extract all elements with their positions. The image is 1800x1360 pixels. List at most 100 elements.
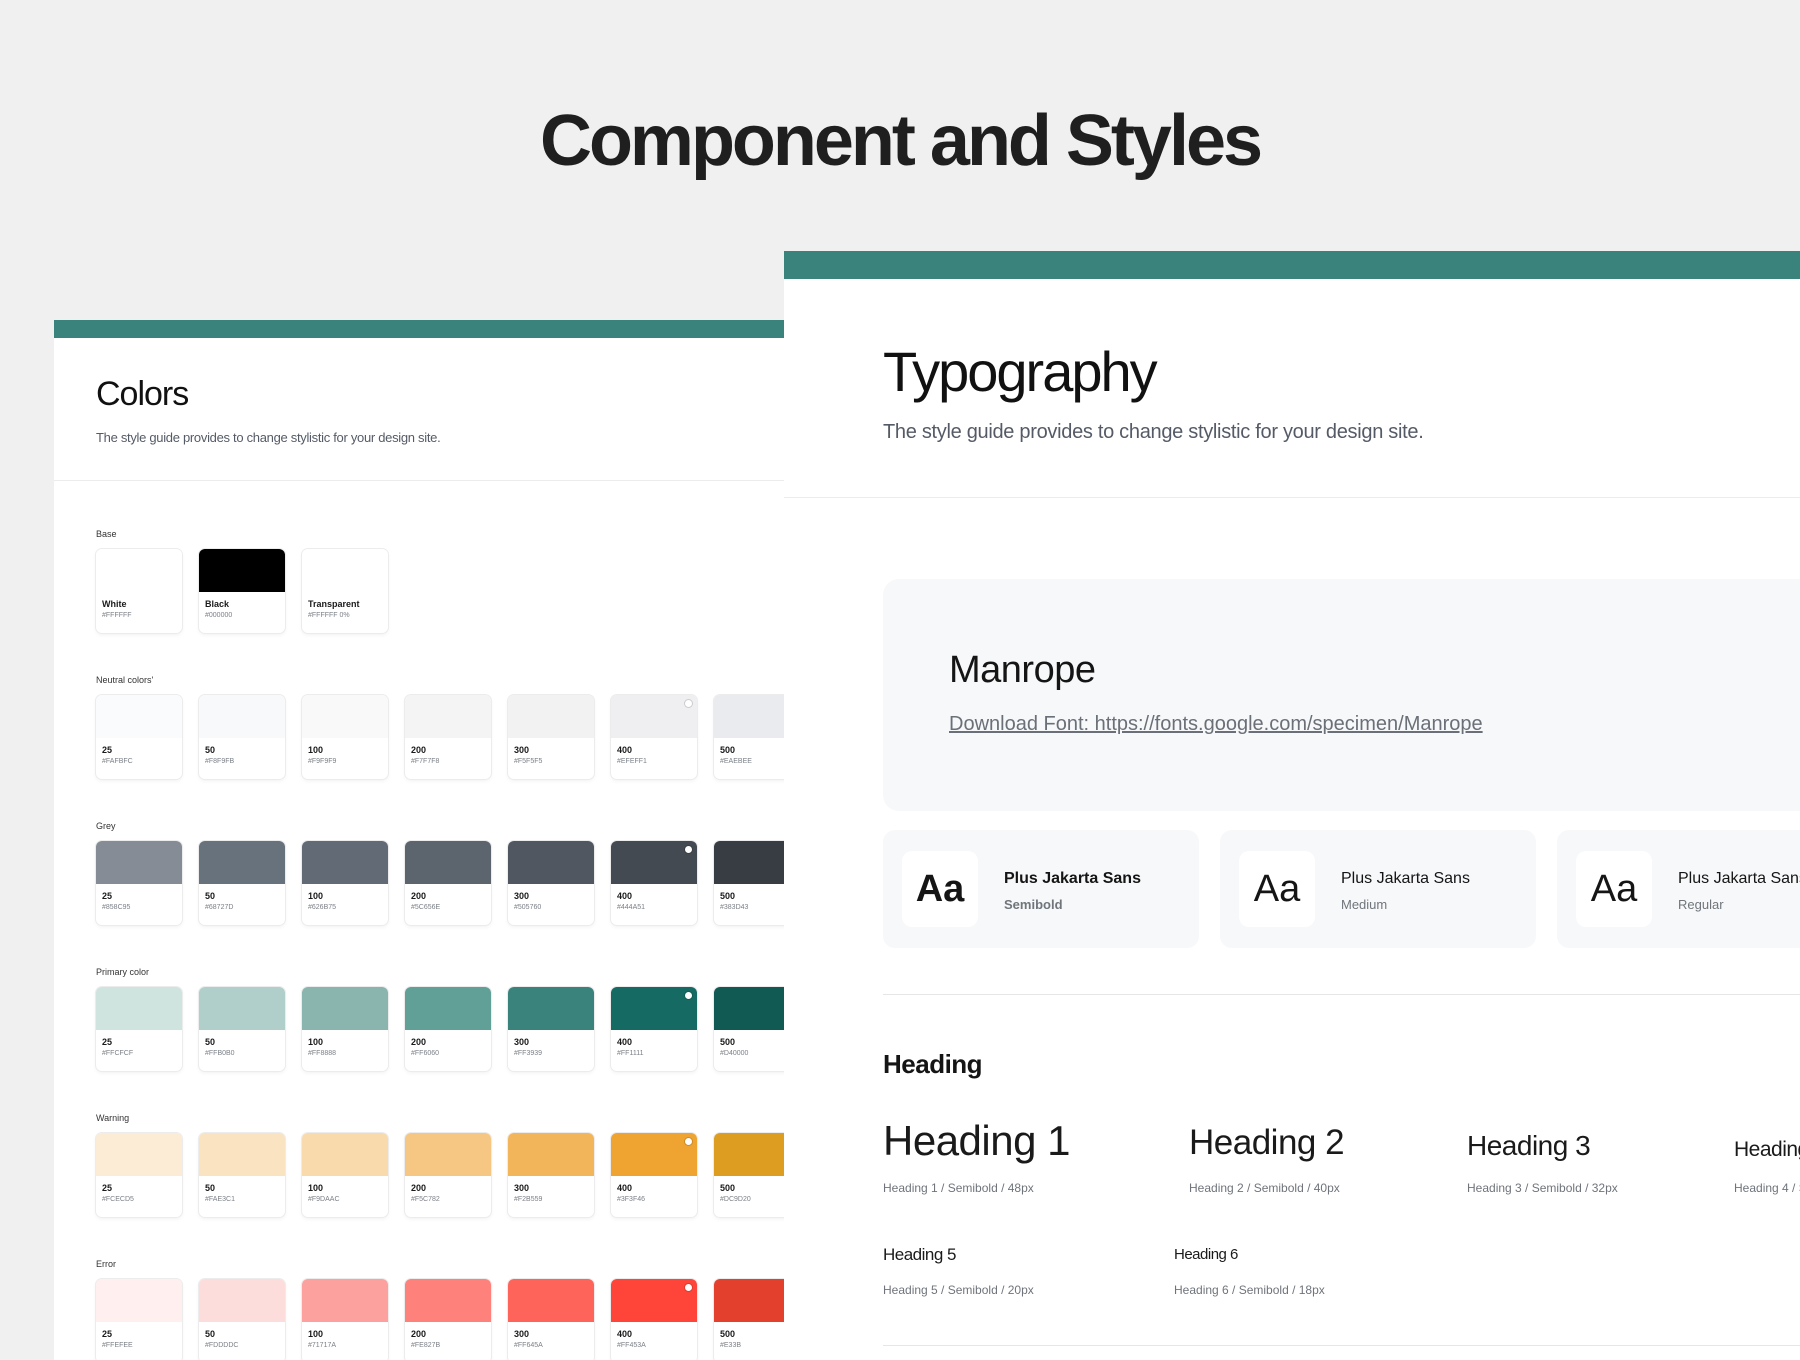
color-chip xyxy=(199,549,285,592)
swatch-hex: #FFB0B0 xyxy=(205,1050,235,1057)
color-swatch[interactable]: 500 #D40000 xyxy=(714,987,788,1071)
swatch-name: 400 xyxy=(617,1037,633,1047)
color-swatch[interactable]: Black #000000 xyxy=(199,549,285,633)
color-swatch[interactable]: 300 #F5F5F5 xyxy=(508,695,594,779)
color-swatch[interactable]: 500 #DC9D20 xyxy=(714,1133,788,1217)
color-swatch[interactable]: 50 #FAE3C1 xyxy=(199,1133,285,1217)
swatch-hex: #EAEBEE xyxy=(720,758,752,765)
color-swatch[interactable]: White #FFFFFF xyxy=(96,549,182,633)
color-swatch[interactable]: 50 #68727D xyxy=(199,841,285,925)
typography-subtitle: The style guide provides to change styli… xyxy=(883,421,1424,443)
color-group-label: Primary color xyxy=(96,967,150,977)
heading-5-meta: Heading 5 / Semibold / 20px xyxy=(883,1283,1034,1297)
divider xyxy=(883,1345,1800,1346)
color-swatch[interactable]: 500 #E33B xyxy=(714,1279,788,1360)
color-swatch[interactable]: 25 #FFEFEE xyxy=(96,1279,182,1360)
font-family-label: Plus Jakarta Sans xyxy=(1004,870,1141,887)
font-weight-card-medium: Aa Plus Jakarta Sans Medium xyxy=(1220,830,1536,948)
color-swatch[interactable]: 400 #3F3F46 xyxy=(611,1133,697,1217)
swatch-hex: #F5C782 xyxy=(411,1196,440,1203)
selected-indicator-icon xyxy=(685,1138,692,1145)
divider xyxy=(54,480,788,481)
swatch-hex: #FF6060 xyxy=(411,1050,440,1057)
color-swatch[interactable]: 300 #FF645A xyxy=(508,1279,594,1360)
swatch-name: 500 xyxy=(720,1329,736,1339)
swatch-hex: #FE827B xyxy=(411,1342,441,1349)
color-chip xyxy=(611,1133,697,1176)
color-swatch[interactable]: 100 #71717A xyxy=(302,1279,388,1360)
color-chip xyxy=(405,987,491,1030)
heading-2-meta: Heading 2 / Semibold / 40px xyxy=(1189,1181,1340,1195)
swatch-hex: #F7F7F8 xyxy=(411,758,440,765)
typography-accent-bar xyxy=(784,251,1800,279)
color-swatch[interactable]: 25 #858C95 xyxy=(96,841,182,925)
download-font-link[interactable]: Download Font: https://fonts.google.com/… xyxy=(949,713,1483,736)
swatch-hex: #71717A xyxy=(308,1342,337,1349)
selected-indicator-icon xyxy=(685,992,692,999)
color-swatch[interactable]: 400 #444A51 xyxy=(611,841,697,925)
color-swatch[interactable]: 100 #F9F9F9 xyxy=(302,695,388,779)
color-swatch-row: 25 #FCECD5 50 #FAE3C1 100 #F9DAAC 200 #F5C782 30… xyxy=(96,1133,788,1219)
heading-6-meta: Heading 6 / Semibold / 18px xyxy=(1174,1283,1325,1297)
swatch-name: Black xyxy=(205,599,230,609)
color-swatch[interactable]: 100 #626B75 xyxy=(302,841,388,925)
font-family-panel: Manrope Download Font: https://fonts.goo… xyxy=(883,579,1800,811)
swatch-name: White xyxy=(102,599,127,609)
color-chip xyxy=(714,1133,788,1176)
color-swatch[interactable]: 300 #505760 xyxy=(508,841,594,925)
color-swatch[interactable]: 200 #F5C782 xyxy=(405,1133,491,1217)
color-swatch[interactable]: 200 #FF6060 xyxy=(405,987,491,1071)
color-swatch[interactable]: 200 #5C656E xyxy=(405,841,491,925)
color-chip xyxy=(508,841,594,884)
color-swatch[interactable]: 500 #383D43 xyxy=(714,841,788,925)
color-chip xyxy=(96,841,182,884)
color-swatch[interactable]: 25 #FCECD5 xyxy=(96,1133,182,1217)
swatch-name: 400 xyxy=(617,1183,633,1193)
color-swatch[interactable]: 300 #F2B559 xyxy=(508,1133,594,1217)
color-swatch-row: 25 #858C95 50 #68727D 100 #626B75 200 #5C656E 30… xyxy=(96,841,788,927)
color-chip xyxy=(96,987,182,1030)
swatch-hex: #858C95 xyxy=(102,904,131,911)
font-weight-card-semibold: Aa Plus Jakarta Sans Semibold xyxy=(883,830,1199,948)
color-swatch[interactable]: 50 #FFB0B0 xyxy=(199,987,285,1071)
color-swatch[interactable]: 50 #FDDDDC xyxy=(199,1279,285,1360)
color-chip xyxy=(302,1133,388,1176)
swatch-name: 300 xyxy=(514,1329,530,1339)
font-sample: Aa xyxy=(902,851,978,927)
font-sample: Aa xyxy=(1576,851,1652,927)
color-swatch[interactable]: 300 #FF3939 xyxy=(508,987,594,1071)
swatch-hex: #FFCFCF xyxy=(102,1050,134,1057)
swatch-hex: #505760 xyxy=(514,904,542,911)
page-title: Component and Styles xyxy=(539,101,1263,181)
color-swatch[interactable]: Transparent #FFFFFF 0% xyxy=(302,549,388,633)
swatch-name: 25 xyxy=(102,1329,113,1339)
font-weight-label: Regular xyxy=(1678,897,1724,912)
swatch-hex: #DC9D20 xyxy=(720,1196,751,1203)
color-swatch[interactable]: 400 #EFEFF1 xyxy=(611,695,697,779)
color-swatch[interactable]: 200 #F7F7F8 xyxy=(405,695,491,779)
colors-panel: Colors The style guide provides to chang… xyxy=(54,320,788,1360)
color-swatch[interactable]: 100 #F9DAAC xyxy=(302,1133,388,1217)
color-swatch[interactable]: 500 #EAEBEE xyxy=(714,695,788,779)
typography-title: Typography xyxy=(883,340,1158,403)
swatch-hex: #FCECD5 xyxy=(102,1196,134,1203)
heading-6-sample: Heading 6 xyxy=(1174,1246,1238,1263)
color-swatch[interactable]: 400 #FF1111 xyxy=(611,987,697,1071)
font-weight-label: Semibold xyxy=(1004,897,1063,912)
font-name: Manrope xyxy=(949,649,1096,691)
color-swatch[interactable]: 25 #FAFBFC xyxy=(96,695,182,779)
color-swatch[interactable]: 200 #FE827B xyxy=(405,1279,491,1360)
color-swatch[interactable]: 100 #FF8888 xyxy=(302,987,388,1071)
divider xyxy=(784,497,1800,498)
color-swatch[interactable]: 25 #FFCFCF xyxy=(96,987,182,1071)
colors-subtitle: The style guide provides to change styli… xyxy=(96,430,441,445)
swatch-hex: #FFFFFF xyxy=(102,612,132,619)
color-swatch[interactable]: 400 #FF453A xyxy=(611,1279,697,1360)
font-family-label: Plus Jakarta Sans xyxy=(1341,870,1470,887)
color-chip xyxy=(405,695,491,738)
color-group-label: Neutral colors' xyxy=(96,675,154,685)
color-chip xyxy=(199,1279,285,1322)
font-sample: Aa xyxy=(1239,851,1315,927)
color-swatch[interactable]: 50 #F8F9FB xyxy=(199,695,285,779)
color-chip xyxy=(611,1279,697,1322)
